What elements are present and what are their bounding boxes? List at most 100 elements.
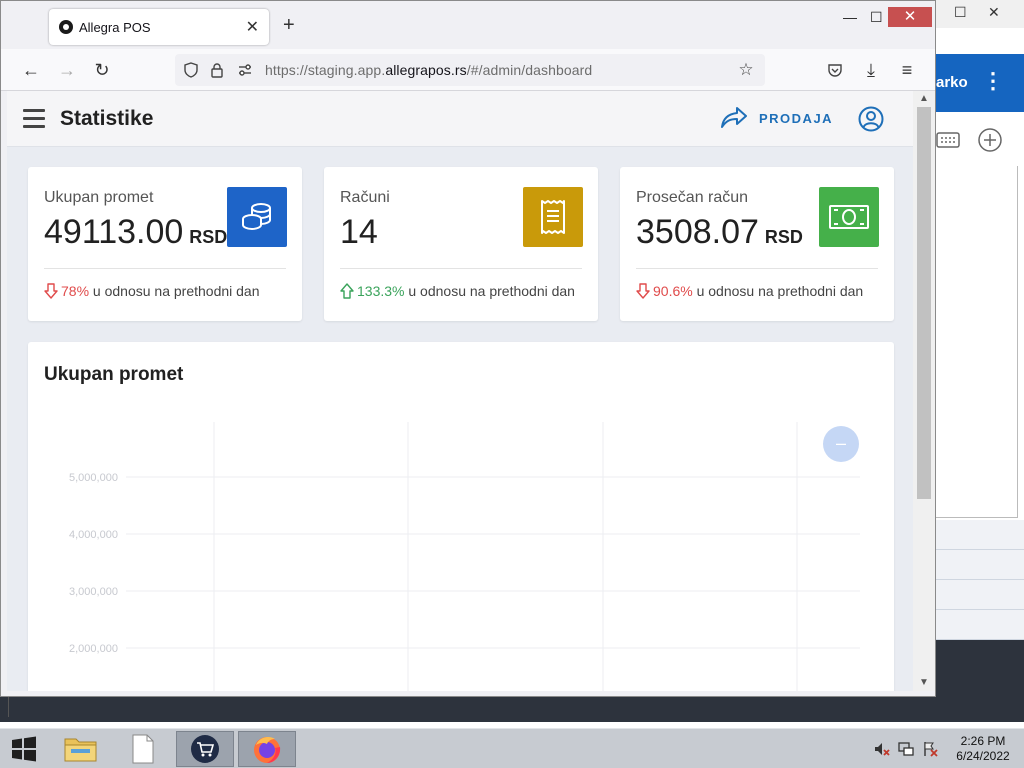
more-vert-icon[interactable]: ⋮ [982, 68, 1004, 94]
permissions-icon[interactable] [237, 62, 253, 78]
tab-close-icon[interactable]: ✕ [246, 17, 259, 37]
background-window: ☐ ✕ arko ⋮ [936, 0, 1024, 722]
window-close-icon[interactable]: ✕ [888, 7, 932, 27]
trend-text: 133.3% u odnosu na prethodni dan [340, 283, 575, 299]
system-clock[interactable]: 2:26 PM 6/24/2022 [946, 734, 1020, 764]
stat-card-label: Prosečan račun [636, 189, 749, 206]
menu-icon[interactable] [23, 109, 45, 128]
scroll-down-icon[interactable]: ▼ [919, 677, 929, 688]
trend-percent: 133.3% [357, 283, 405, 299]
stat-card-value: 14 [340, 213, 378, 252]
clock-date: 6/24/2022 [956, 749, 1010, 763]
chart-action-button[interactable]: – [823, 426, 859, 462]
divider [44, 268, 286, 269]
url-host: allegrapos.rs [385, 62, 467, 78]
stat-card-racuni: Računi 14 133.3% u odnosu na prethodni d… [324, 167, 598, 321]
stat-card-ukupan-promet: Ukupan promet 49113.00 RSD 78% u odnosu n… [28, 167, 302, 321]
arrow-up-icon [340, 283, 354, 299]
firefox-icon [254, 737, 281, 763]
shield-icon[interactable] [183, 62, 199, 78]
taskbar-file-explorer[interactable] [52, 731, 110, 767]
revenue-chart: 5,000,000 4,000,000 3,000,000 2,000,000 [69, 422, 860, 691]
prodaja-label: PRODAJA [759, 111, 834, 126]
bg-maximize-icon[interactable]: ☐ [954, 4, 967, 21]
chart-y-tick-label: 2,000,000 [69, 643, 118, 655]
page-scrollbar[interactable]: ▲ ▼ [913, 91, 935, 691]
taskbar-firefox[interactable] [238, 731, 296, 767]
trend-text: 78% u odnosu na prethodni dan [44, 283, 260, 299]
taskbar: 2:26 PM 6/24/2022 [0, 728, 1024, 768]
lock-icon[interactable] [209, 62, 225, 78]
downloads-icon[interactable]: ⤓ [859, 58, 883, 82]
bookmark-star-icon[interactable]: ☆ [738, 61, 754, 78]
chart-card: Ukupan promet 5,000,000 4,000,000 3,000,00… [28, 342, 894, 691]
address-bar[interactable]: https://staging.app.allegrapos.rs/#/admi… [175, 54, 765, 86]
network-icon[interactable] [898, 741, 914, 757]
trend-caption: u odnosu na prethodni dan [692, 283, 864, 299]
stat-card-prosecan-racun: Prosečan račun 3508.07 RSD 90.6% u odnosu… [620, 167, 894, 321]
chart-y-tick-label: 3,000,000 [69, 586, 118, 598]
new-tab-icon[interactable]: + [283, 15, 295, 35]
app-menu-icon[interactable]: ≡ [895, 58, 919, 82]
shopping-cart-icon [191, 735, 219, 763]
url-text[interactable]: https://staging.app.allegrapos.rs/#/admi… [265, 62, 592, 78]
stat-value-unit: RSD [764, 227, 803, 247]
add-circle-icon[interactable] [977, 127, 1003, 153]
banknote-icon [819, 187, 879, 247]
action-center-flag-icon[interactable] [922, 741, 938, 757]
keyboard-icon[interactable] [936, 130, 960, 150]
stat-card-label: Ukupan promet [44, 189, 154, 206]
page-viewport: Statistike PRODAJA Ukupan promet 49113.0… [7, 91, 913, 691]
stat-card-value: 49113.00 RSD [44, 213, 227, 252]
navigation-toolbar: ← → ↻ https://staging.app.allegrapos.rs/… [1, 49, 935, 91]
tab-allegra-pos[interactable]: Allegra POS ✕ [49, 9, 269, 45]
divider [636, 268, 878, 269]
divider [340, 268, 582, 269]
taskbar-pos-app[interactable] [176, 731, 234, 767]
maximize-icon[interactable]: ☐ [870, 9, 883, 26]
receipt-icon [523, 187, 583, 247]
background-window-titlebar: ☐ ✕ [936, 0, 1024, 28]
arrow-down-icon [44, 283, 58, 299]
forward-icon[interactable]: → [55, 58, 79, 82]
windows-start-icon[interactable] [9, 734, 39, 764]
background-desktop-strip [0, 697, 936, 722]
page-title: Statistike [60, 107, 154, 130]
back-icon[interactable]: ← [19, 58, 43, 82]
reload-icon[interactable]: ↻ [90, 58, 114, 82]
trend-caption: u odnosu na prethodni dan [404, 283, 575, 299]
tab-strip: Allegra POS ✕ + — ☐ ✕ [1, 1, 935, 49]
stat-value-number: 49113.00 [44, 213, 184, 251]
stat-card-label: Računi [340, 189, 390, 206]
volume-muted-icon[interactable] [874, 741, 890, 757]
scroll-up-icon[interactable]: ▲ [919, 93, 929, 104]
allegra-favicon-icon [59, 20, 73, 34]
taskbar-notepad[interactable] [114, 731, 172, 767]
app-top-bar: Statistike PRODAJA [7, 91, 913, 147]
tab-title: Allegra POS [79, 20, 151, 35]
minimize-icon[interactable]: — [843, 9, 857, 25]
trend-percent: 90.6% [653, 283, 693, 299]
trend-text: 90.6% u odnosu na prethodni dan [636, 283, 863, 299]
trend-percent: 78% [61, 283, 90, 299]
stat-value-number: 14 [340, 213, 378, 251]
background-user-name: arko [936, 74, 968, 91]
bg-close-icon[interactable]: ✕ [988, 4, 1000, 21]
pocket-icon[interactable] [827, 62, 843, 78]
account-icon[interactable] [858, 106, 884, 132]
background-rows [936, 520, 1024, 640]
background-app-bar: arko ⋮ [936, 54, 1024, 112]
background-panel [936, 166, 1018, 518]
share-forward-icon [721, 107, 747, 128]
document-icon [132, 734, 154, 764]
stat-card-value: 3508.07 RSD [636, 213, 803, 252]
chart-y-tick-label: 5,000,000 [69, 472, 118, 484]
browser-window: Allegra POS ✕ + — ☐ ✕ ← → ↻ https://stag… [0, 0, 936, 697]
arrow-down-icon [636, 283, 650, 299]
background-footer [936, 640, 1024, 722]
stat-value-number: 3508.07 [636, 213, 759, 251]
clock-time: 2:26 PM [960, 734, 1006, 748]
scrollbar-thumb[interactable] [917, 107, 931, 499]
stat-value-unit: RSD [189, 227, 228, 247]
coins-icon [227, 187, 287, 247]
